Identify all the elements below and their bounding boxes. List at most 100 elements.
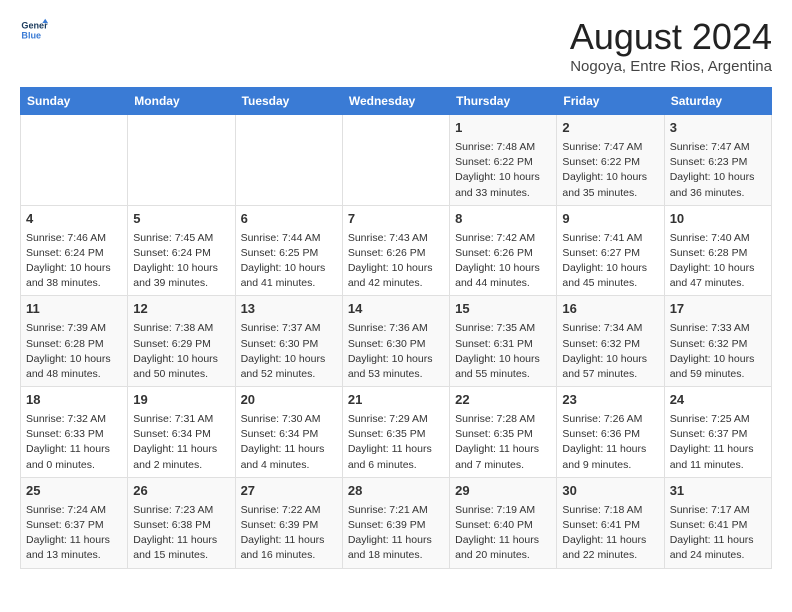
day-info: and 24 minutes.: [670, 548, 766, 563]
day-number: 7: [348, 210, 444, 229]
day-info: and 59 minutes.: [670, 367, 766, 382]
day-info: Daylight: 11 hours: [133, 533, 229, 548]
day-info: Daylight: 10 hours: [26, 261, 122, 276]
day-number: 23: [562, 391, 658, 410]
day-info: Sunrise: 7:19 AM: [455, 503, 551, 518]
day-info: and 33 minutes.: [455, 186, 551, 201]
page-title: August 2024: [570, 16, 772, 58]
day-info: and 11 minutes.: [670, 458, 766, 473]
day-number: 16: [562, 300, 658, 319]
calendar-week-row: 1Sunrise: 7:48 AMSunset: 6:22 PMDaylight…: [21, 115, 772, 206]
day-number: 31: [670, 482, 766, 501]
day-number: 1: [455, 119, 551, 138]
day-info: Sunrise: 7:47 AM: [562, 140, 658, 155]
day-info: Sunrise: 7:29 AM: [348, 412, 444, 427]
day-info: and 15 minutes.: [133, 548, 229, 563]
day-info: Daylight: 11 hours: [241, 533, 337, 548]
calendar-cell: 4Sunrise: 7:46 AMSunset: 6:24 PMDaylight…: [21, 205, 128, 296]
day-info: Sunrise: 7:34 AM: [562, 321, 658, 336]
column-header-monday: Monday: [128, 88, 235, 115]
day-info: Sunset: 6:29 PM: [133, 337, 229, 352]
day-info: Sunrise: 7:33 AM: [670, 321, 766, 336]
column-header-friday: Friday: [557, 88, 664, 115]
day-number: 20: [241, 391, 337, 410]
calendar-cell: 18Sunrise: 7:32 AMSunset: 6:33 PMDayligh…: [21, 387, 128, 478]
day-info: Sunset: 6:24 PM: [133, 246, 229, 261]
calendar-cell: 13Sunrise: 7:37 AMSunset: 6:30 PMDayligh…: [235, 296, 342, 387]
day-info: and 0 minutes.: [26, 458, 122, 473]
logo-icon: General Blue: [20, 16, 48, 44]
day-info: Sunset: 6:40 PM: [455, 518, 551, 533]
column-header-saturday: Saturday: [664, 88, 771, 115]
day-info: Sunrise: 7:45 AM: [133, 231, 229, 246]
day-info: Sunrise: 7:47 AM: [670, 140, 766, 155]
calendar-cell: [128, 115, 235, 206]
day-info: Daylight: 11 hours: [562, 442, 658, 457]
day-number: 11: [26, 300, 122, 319]
day-number: 2: [562, 119, 658, 138]
day-info: Sunrise: 7:40 AM: [670, 231, 766, 246]
day-info: Sunrise: 7:44 AM: [241, 231, 337, 246]
calendar-cell: 30Sunrise: 7:18 AMSunset: 6:41 PMDayligh…: [557, 477, 664, 568]
calendar-cell: 10Sunrise: 7:40 AMSunset: 6:28 PMDayligh…: [664, 205, 771, 296]
day-info: and 57 minutes.: [562, 367, 658, 382]
calendar-cell: 22Sunrise: 7:28 AMSunset: 6:35 PMDayligh…: [450, 387, 557, 478]
day-info: Sunrise: 7:28 AM: [455, 412, 551, 427]
day-info: Sunset: 6:37 PM: [26, 518, 122, 533]
day-info: Sunset: 6:23 PM: [670, 155, 766, 170]
day-number: 29: [455, 482, 551, 501]
column-header-thursday: Thursday: [450, 88, 557, 115]
calendar-cell: 21Sunrise: 7:29 AMSunset: 6:35 PMDayligh…: [342, 387, 449, 478]
page-subtitle: Nogoya, Entre Rios, Argentina: [570, 58, 772, 75]
day-info: Daylight: 11 hours: [670, 533, 766, 548]
day-info: Sunrise: 7:17 AM: [670, 503, 766, 518]
calendar-cell: 6Sunrise: 7:44 AMSunset: 6:25 PMDaylight…: [235, 205, 342, 296]
day-info: Sunrise: 7:48 AM: [455, 140, 551, 155]
calendar-cell: 7Sunrise: 7:43 AMSunset: 6:26 PMDaylight…: [342, 205, 449, 296]
title-area: August 2024 Nogoya, Entre Rios, Argentin…: [570, 16, 772, 75]
day-info: Daylight: 11 hours: [455, 442, 551, 457]
day-info: Daylight: 10 hours: [133, 261, 229, 276]
day-number: 14: [348, 300, 444, 319]
day-info: Sunrise: 7:39 AM: [26, 321, 122, 336]
day-info: Sunrise: 7:32 AM: [26, 412, 122, 427]
day-info: and 6 minutes.: [348, 458, 444, 473]
day-info: and 44 minutes.: [455, 276, 551, 291]
day-info: Daylight: 11 hours: [133, 442, 229, 457]
day-number: 8: [455, 210, 551, 229]
calendar-cell: 12Sunrise: 7:38 AMSunset: 6:29 PMDayligh…: [128, 296, 235, 387]
day-info: Daylight: 11 hours: [670, 442, 766, 457]
day-info: and 7 minutes.: [455, 458, 551, 473]
day-info: Sunrise: 7:25 AM: [670, 412, 766, 427]
day-info: and 16 minutes.: [241, 548, 337, 563]
day-info: Sunrise: 7:24 AM: [26, 503, 122, 518]
day-number: 30: [562, 482, 658, 501]
day-info: Daylight: 10 hours: [348, 352, 444, 367]
calendar-cell: 1Sunrise: 7:48 AMSunset: 6:22 PMDaylight…: [450, 115, 557, 206]
day-number: 18: [26, 391, 122, 410]
day-number: 9: [562, 210, 658, 229]
calendar-cell: [342, 115, 449, 206]
day-info: Sunrise: 7:36 AM: [348, 321, 444, 336]
calendar-week-row: 25Sunrise: 7:24 AMSunset: 6:37 PMDayligh…: [21, 477, 772, 568]
day-info: Daylight: 11 hours: [26, 533, 122, 548]
day-info: Sunrise: 7:18 AM: [562, 503, 658, 518]
calendar-cell: 27Sunrise: 7:22 AMSunset: 6:39 PMDayligh…: [235, 477, 342, 568]
day-info: and 18 minutes.: [348, 548, 444, 563]
day-info: Sunset: 6:32 PM: [562, 337, 658, 352]
day-info: Sunrise: 7:41 AM: [562, 231, 658, 246]
day-info: Daylight: 10 hours: [670, 170, 766, 185]
day-number: 21: [348, 391, 444, 410]
day-info: Sunrise: 7:35 AM: [455, 321, 551, 336]
header: General Blue August 2024 Nogoya, Entre R…: [20, 16, 772, 75]
calendar-cell: 16Sunrise: 7:34 AMSunset: 6:32 PMDayligh…: [557, 296, 664, 387]
day-info: and 35 minutes.: [562, 186, 658, 201]
column-header-sunday: Sunday: [21, 88, 128, 115]
day-number: 10: [670, 210, 766, 229]
day-info: Sunset: 6:26 PM: [348, 246, 444, 261]
day-info: Sunset: 6:24 PM: [26, 246, 122, 261]
calendar-cell: 5Sunrise: 7:45 AMSunset: 6:24 PMDaylight…: [128, 205, 235, 296]
day-info: Daylight: 11 hours: [348, 442, 444, 457]
logo: General Blue: [20, 16, 48, 44]
svg-text:Blue: Blue: [21, 30, 41, 40]
